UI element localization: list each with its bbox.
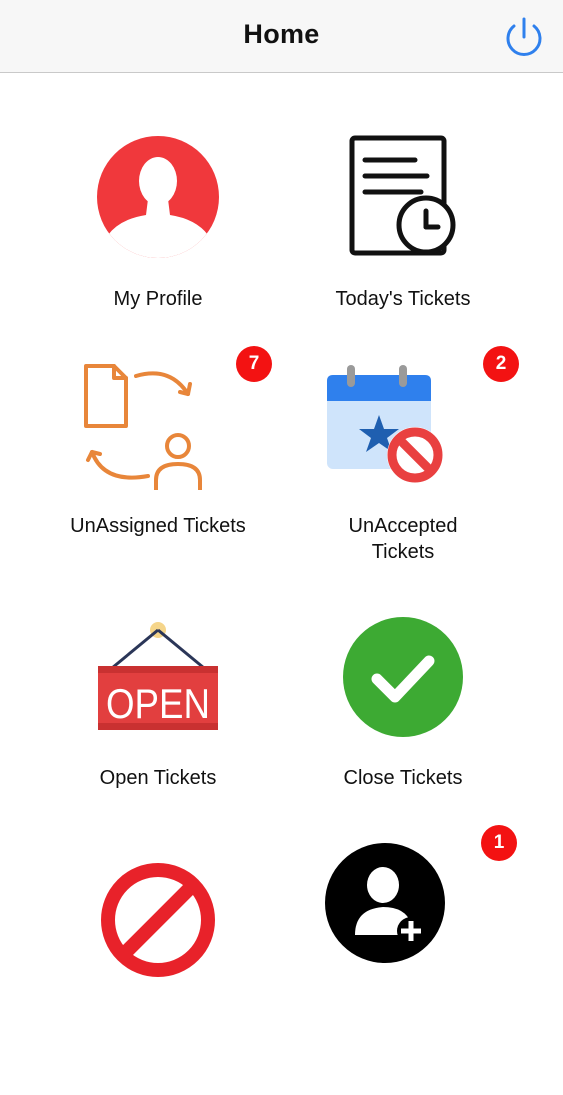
tile-label: UnAssigned Tickets [70, 515, 246, 537]
tile-label: Close Tickets [343, 767, 463, 789]
add-user-icon [325, 843, 445, 963]
tile-label: Today's Tickets [335, 288, 471, 310]
open-tickets-tile[interactable]: OPEN Open Tickets [18, 600, 298, 850]
calendar-blocked-icon [327, 365, 443, 483]
unaccepted-tickets-tile[interactable]: 2 UnAccepted Tickets [263, 345, 543, 595]
tile-label: My Profile [113, 288, 203, 310]
close-tickets-tile[interactable]: Close Tickets [263, 600, 543, 850]
add-user-count-badge: 1 [481, 825, 517, 861]
unassigned-icon [84, 364, 202, 490]
checkmark-icon [343, 617, 463, 737]
svg-text:OPEN: OPEN [106, 680, 210, 727]
page-title: Home [243, 19, 320, 49]
unaccepted-count-badge: 2 [483, 346, 519, 382]
add-user-tile[interactable]: 1 [263, 825, 543, 1075]
blocked-tile[interactable] [18, 845, 298, 1095]
tile-label: Open Tickets [99, 767, 217, 789]
unassigned-tickets-tile[interactable]: 7 UnAssigned Tickets [18, 345, 298, 595]
app-header: Home [0, 0, 563, 73]
profile-icon [97, 136, 219, 258]
my-profile-tile[interactable]: My Profile [18, 120, 298, 370]
todays-tickets-tile[interactable]: Today's Tickets [263, 120, 543, 370]
document-clock-icon [349, 135, 456, 256]
tile-label: UnAccepted Tickets [348, 515, 458, 563]
power-icon[interactable] [500, 14, 548, 62]
open-sign-icon: OPEN [98, 622, 218, 730]
no-entry-icon [101, 863, 215, 977]
